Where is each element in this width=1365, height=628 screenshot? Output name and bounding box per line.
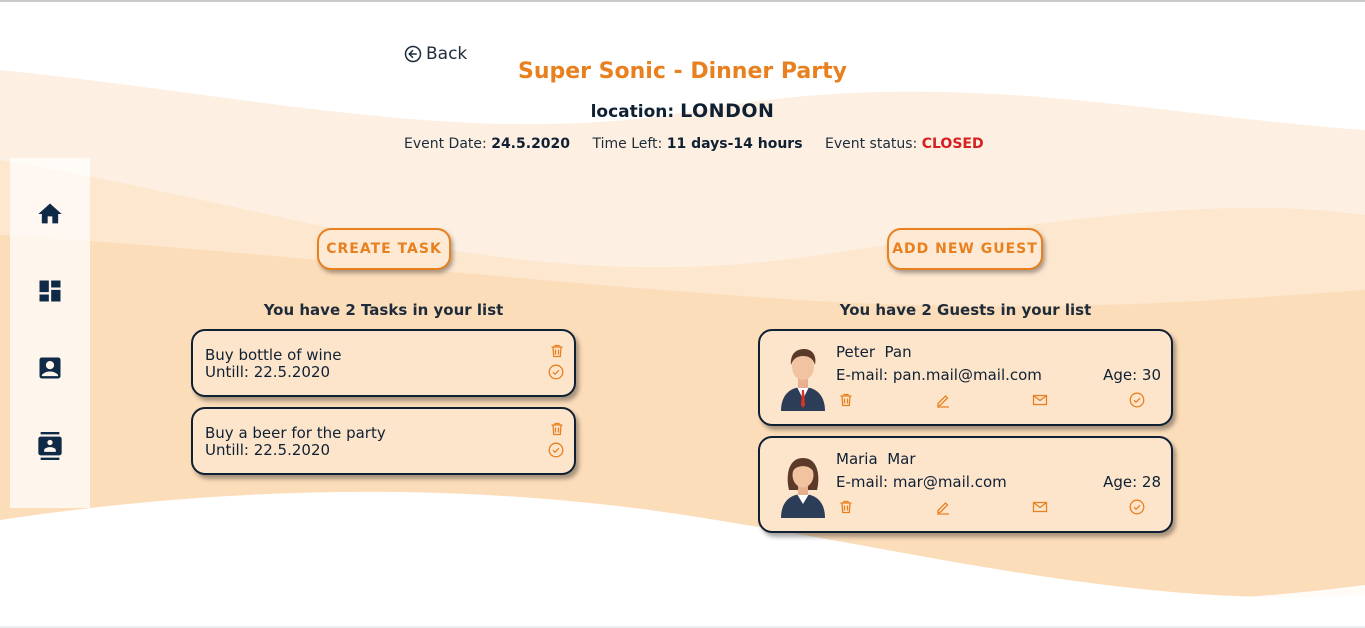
event-date-label: Event Date: <box>404 136 487 152</box>
pencil-icon <box>937 395 949 408</box>
trash-icon <box>551 344 563 358</box>
delete-guest-button[interactable] <box>838 499 854 515</box>
time-left: Time Left: 11 days-14 hours <box>592 136 807 152</box>
trash-icon <box>551 422 563 436</box>
envelope-icon <box>1032 501 1048 513</box>
event-date-value: 24.5.2020 <box>491 136 571 152</box>
location-value: LONDON <box>680 100 775 122</box>
delete-guest-button[interactable] <box>838 392 854 408</box>
task-title: Buy a beer for the party <box>205 424 386 442</box>
create-task-button[interactable]: CREATE TASK <box>317 228 451 270</box>
sidebar-item-contact[interactable] <box>36 354 64 382</box>
sidebar-item-contacts-book[interactable] <box>36 432 64 460</box>
guest-email: E-mail: pan.mail@mail.com <box>836 366 1042 384</box>
time-left-label: Time Left: <box>592 136 663 152</box>
guest-card: Peter Pan E-mail: pan.mail@mail.com Age:… <box>758 329 1173 426</box>
delete-task-button[interactable] <box>549 421 565 437</box>
delete-task-button[interactable] <box>549 343 565 359</box>
pencil-icon <box>937 502 949 515</box>
trash-icon <box>840 500 852 514</box>
complete-task-button[interactable] <box>548 364 564 380</box>
contact-icon <box>39 357 61 379</box>
check-circle-icon <box>548 442 564 458</box>
status-badge: CLOSED <box>921 136 984 152</box>
task-card: Buy a beer for the party Untill: 22.5.20… <box>191 407 576 475</box>
tasks-heading: You have 2 Tasks in your list <box>263 301 504 319</box>
location-label: location: <box>590 102 675 122</box>
sidebar-item-home[interactable] <box>36 200 64 228</box>
edit-guest-button[interactable] <box>935 499 951 515</box>
sidebar <box>10 158 90 508</box>
confirm-guest-button[interactable] <box>1129 499 1145 515</box>
email-guest-button[interactable] <box>1032 392 1048 408</box>
guest-card: Maria Mar E-mail: mar@mail.com Age: 28 <box>758 436 1173 533</box>
event-status: Event status: CLOSED <box>825 136 984 152</box>
event-location: location: LONDON <box>0 100 1365 122</box>
check-circle-icon <box>1129 392 1145 408</box>
event-status-label: Event status: <box>824 136 918 152</box>
male-avatar <box>781 349 825 411</box>
check-circle-icon <box>1129 499 1145 515</box>
check-circle-icon <box>548 364 564 380</box>
event-date: Event Date: 24.5.2020 <box>404 136 574 152</box>
guest-age: Age: 30 <box>1103 366 1161 384</box>
guest-age: Age: 28 <box>1103 473 1161 491</box>
time-left-value: 11 days-14 hours <box>666 136 803 152</box>
home-icon <box>38 203 62 224</box>
task-card: Buy bottle of wine Untill: 22.5.2020 <box>191 329 576 397</box>
contacts-book-icon <box>38 432 62 460</box>
trash-icon <box>840 393 852 407</box>
event-title: Super Sonic - Dinner Party <box>518 59 847 84</box>
sidebar-item-dashboard[interactable] <box>36 277 64 305</box>
female-avatar <box>781 458 825 518</box>
task-due-date: Untill: 22.5.2020 <box>205 441 331 459</box>
event-meta: Event Date: 24.5.2020 Time Left: 11 days… <box>404 136 984 152</box>
envelope-icon <box>1032 394 1048 406</box>
guest-name: Maria Mar <box>836 450 916 468</box>
task-title: Buy bottle of wine <box>205 346 342 364</box>
guest-email: E-mail: mar@mail.com <box>836 473 1007 491</box>
task-due-date: Untill: 22.5.2020 <box>205 363 331 381</box>
guests-heading: You have 2 Guests in your list <box>839 301 1092 319</box>
confirm-guest-button[interactable] <box>1129 392 1145 408</box>
edit-guest-button[interactable] <box>935 392 951 408</box>
dashboard-icon <box>39 280 61 302</box>
guest-name: Peter Pan <box>836 343 912 361</box>
add-new-guest-button[interactable]: ADD NEW GUEST <box>887 228 1043 270</box>
email-guest-button[interactable] <box>1032 499 1048 515</box>
complete-task-button[interactable] <box>548 442 564 458</box>
